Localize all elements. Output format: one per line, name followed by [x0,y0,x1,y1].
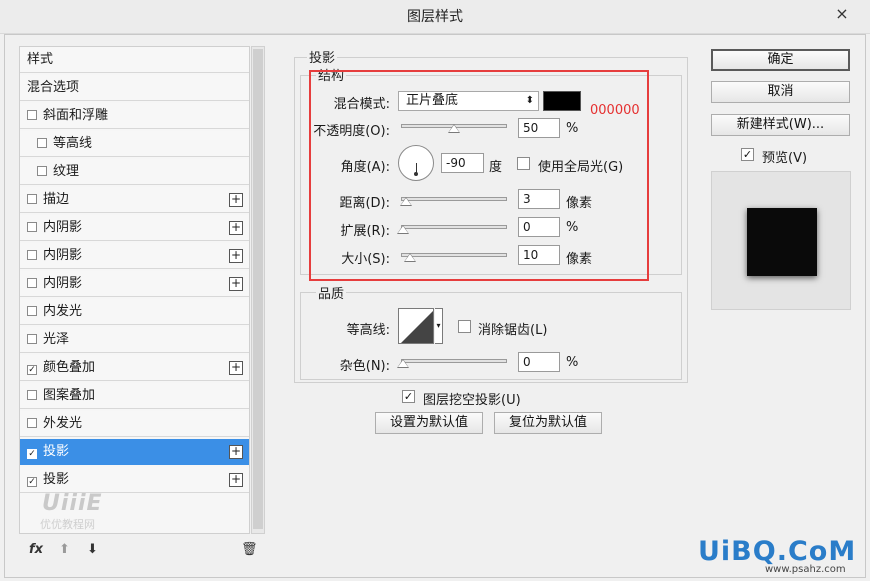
noise-slider-thumb[interactable] [397,359,409,368]
sidebar-item-label: 内阴影 [43,248,83,263]
sidebar-item-label: 光泽 [43,332,70,347]
contour-dropdown-icon[interactable]: ▾ [435,308,443,344]
watermark-logo: UiiiE [42,491,103,516]
sidebar-item[interactable]: 光泽 [20,327,249,353]
ok-button[interactable]: 确定 [711,49,850,71]
sidebar-item[interactable]: 内发光 [20,299,249,325]
add-effect-icon[interactable]: + [229,221,243,235]
sidebar-item[interactable]: 混合选项 [20,75,249,101]
sidebar-item-checkbox[interactable]: ✓ [27,365,37,375]
sidebar-item-label: 投影 [43,444,70,459]
sidebar-item-label: 纹理 [53,164,80,179]
noise-unit: % [566,355,579,370]
sidebar-item-label: 混合选项 [27,80,80,95]
add-effect-icon[interactable]: + [229,249,243,263]
sidebar-item[interactable]: 内阴影 + [20,271,249,297]
anti-alias-checkbox[interactable] [458,320,471,333]
sidebar-item-label: 投影 [43,472,70,487]
preview-checkbox[interactable]: ✓ [741,148,754,161]
add-effect-icon[interactable]: + [229,193,243,207]
move-down-icon[interactable]: ⬇ [87,542,98,557]
sidebar-item-label: 样式 [27,52,54,67]
sidebar-item[interactable]: ✓ 颜色叠加 + [20,355,249,381]
sidebar-item[interactable]: 纹理 [20,159,249,185]
knockout-checkbox[interactable]: ✓ [402,390,415,403]
noise-slider[interactable] [401,359,507,363]
watermark-site: 优优教程网 [40,518,95,531]
sidebar-item-checkbox[interactable] [27,278,37,288]
noise-label: 杂色(N): [339,359,390,374]
set-default-button[interactable]: 设置为默认值 [375,412,483,434]
highlight-box [309,70,649,281]
sidebar-item-checkbox[interactable] [37,138,47,148]
add-effect-icon[interactable]: + [229,277,243,291]
add-effect-icon[interactable]: + [229,445,243,459]
sidebar-item[interactable]: 描边 + [20,187,249,213]
style-list-footer: fx ⬆ ⬇ 🗑 [19,538,265,562]
sidebar-item-checkbox[interactable] [37,166,47,176]
sidebar-item-checkbox[interactable] [27,250,37,260]
preview-swatch [747,208,817,276]
preview-box [711,171,851,310]
sidebar-item-label: 图案叠加 [43,388,96,403]
sidebar-item-label: 等高线 [53,136,93,151]
add-effect-icon[interactable]: + [229,361,243,375]
sidebar-item-checkbox[interactable] [27,390,37,400]
sidebar-item[interactable]: 外发光 [20,411,249,437]
sidebar-item[interactable]: 样式 [20,47,249,73]
sidebar-item-checkbox[interactable] [27,334,37,344]
sidebar-item[interactable]: 图案叠加 [20,383,249,409]
sidebar-item-label: 描边 [43,192,70,207]
sidebar-item-label: 内发光 [43,304,83,319]
sidebar-item-checkbox[interactable] [27,306,37,316]
preview-label: 预览(V) [762,151,808,166]
sidebar-item-label: 外发光 [43,416,83,431]
reset-default-button[interactable]: 复位为默认值 [494,412,602,434]
new-style-button[interactable]: 新建样式(W)... [711,114,850,136]
sidebar-item[interactable]: ✓ 投影 + [20,439,249,465]
add-effect-icon[interactable]: + [229,473,243,487]
sidebar-item-checkbox[interactable]: ✓ [27,449,37,459]
fx-icon[interactable]: fx [29,542,43,557]
contour-label: 等高线: [346,323,390,338]
sidebar-item-label: 斜面和浮雕 [43,108,109,123]
sidebar-item-label: 内阴影 [43,220,83,235]
sidebar-item[interactable]: 斜面和浮雕 [20,103,249,129]
title-bar: 图层样式 × [0,0,870,34]
noise-input[interactable]: 0 [518,352,560,372]
sidebar-item-label: 内阴影 [43,276,83,291]
trash-icon[interactable]: 🗑 [241,542,258,557]
scrollbar-thumb[interactable] [253,49,263,529]
sidebar-item-checkbox[interactable] [27,222,37,232]
move-up-icon[interactable]: ⬆ [59,542,70,557]
style-list: 样式混合选项斜面和浮雕等高线纹理描边 + 内阴影 + 内阴影 + 内阴影 + 内发光光泽 ✓ 颜色叠… [19,46,250,534]
contour-curve-icon [401,311,433,343]
style-list-scrollbar[interactable] [251,46,265,534]
sidebar-item[interactable]: ✓ 投影 + [20,467,249,493]
site-logo: UiBQ.CoM [698,536,857,567]
sidebar-item-checkbox[interactable] [27,110,37,120]
sidebar-item[interactable]: 内阴影 + [20,215,249,241]
site-url: www.psahz.com [765,564,846,575]
window-title: 图层样式 [407,9,463,25]
sidebar-item-checkbox[interactable] [27,418,37,428]
contour-picker[interactable] [398,308,434,344]
sidebar-item-checkbox[interactable] [27,194,37,204]
close-icon[interactable]: × [828,4,856,24]
cancel-button[interactable]: 取消 [711,81,850,103]
sidebar-item-checkbox[interactable]: ✓ [27,477,37,487]
sidebar-item[interactable]: 内阴影 + [20,243,249,269]
quality-title: 品质 [316,283,347,302]
anti-alias-label: 消除锯齿(L) [478,323,548,338]
sidebar-item[interactable]: 等高线 [20,131,249,157]
knockout-label: 图层挖空投影(U) [423,393,521,408]
shadow-section-title: 投影 [307,47,338,66]
sidebar-item-label: 颜色叠加 [43,360,96,375]
